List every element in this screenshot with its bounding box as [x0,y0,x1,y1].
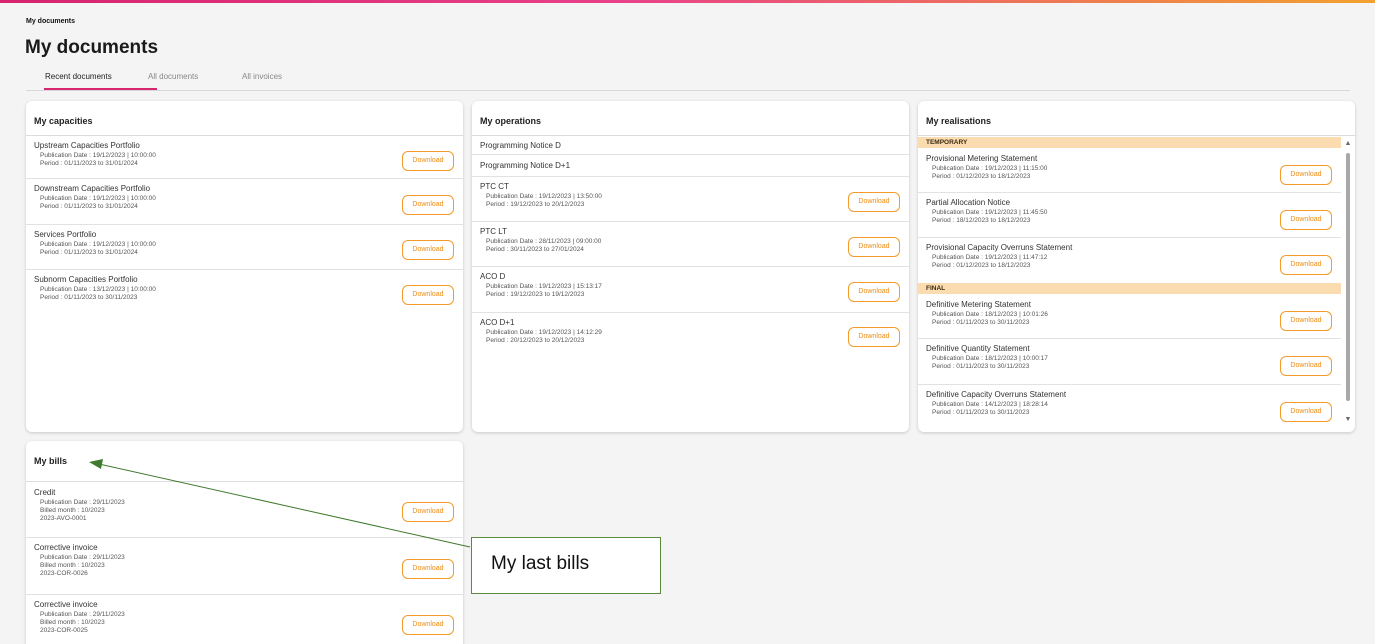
item-meta: Publication Date : 13/12/2023 | 10:00:00… [40,286,156,301]
list-item: Provisional Capacity Overruns Statement … [918,238,1341,283]
scroll-up-icon[interactable]: ▲ [1343,139,1353,149]
realisations-card: My realisations TEMPORARY Provisional Me… [918,101,1355,432]
list-item: ACO D Publication Date : 19/12/2023 | 15… [472,267,909,313]
item-meta: Publication Date : 19/12/2023 | 11:47:12… [932,254,1048,269]
tab-bar: Recent documents All documents All invoi… [26,68,1350,91]
item-name: PTC LT [480,227,507,236]
item-name: Services Portfolio [34,230,97,239]
download-button[interactable]: Download [402,285,454,305]
item-name: Partial Allocation Notice [926,198,1011,207]
bills-title: My bills [26,441,463,482]
item-meta: Publication Date : 19/12/2023 | 10:00:00… [40,195,156,210]
capacities-title: My capacities [26,101,463,136]
list-item: Subnorm Capacities Portfolio Publication… [26,270,463,316]
item-name: Corrective invoice [34,543,98,552]
download-button[interactable]: Download [402,559,454,579]
item-name[interactable]: Programming Notice D [480,141,901,150]
download-button[interactable]: Download [402,615,454,635]
download-button[interactable]: Download [848,282,900,302]
item-name[interactable]: Programming Notice D+1 [480,161,901,170]
item-name: Definitive Metering Statement [926,300,1031,309]
page-title: My documents [25,37,159,58]
item-name: Definitive Capacity Overruns Statement [926,390,1067,399]
list-item: Corrective invoice Publication Date : 29… [26,595,463,644]
breadcrumb[interactable]: My documents [26,18,75,25]
list-item: Credit Publication Date : 29/11/2023 Bill… [26,482,463,538]
bills-card: My bills Credit Publication Date : 29/11… [26,441,463,644]
item-meta: Publication Date : 19/12/2023 | 11:45:50… [932,209,1048,224]
list-item: Programming Notice D [472,136,909,155]
list-item: Definitive Metering Statement Publicatio… [918,294,1341,339]
item-meta: Publication Date : 18/12/2023 | 10:00:17… [932,355,1048,370]
list-item: Definitive Quantity Statement Publicatio… [918,339,1341,385]
download-button[interactable]: Download [848,237,900,257]
item-name: Downstream Capacities Portfolio [34,184,151,193]
callout-box: My last bills [471,537,661,594]
list-item: PTC CT Publication Date : 19/12/2023 | 1… [472,177,909,222]
realisations-list[interactable]: TEMPORARY Provisional Metering Statement… [918,137,1341,429]
item-name: ACO D+1 [480,318,515,327]
list-item: Downstream Capacities Portfolio Publicat… [26,179,463,225]
list-item: Programming Notice D+1 [472,155,909,177]
list-item: Partial Allocation Notice Publication Da… [918,193,1341,238]
download-button[interactable]: Download [402,195,454,215]
download-button[interactable]: Download [848,327,900,347]
item-meta: Publication Date : 28/11/2023 | 09:00:00… [486,238,602,253]
item-meta: Publication Date : 19/12/2023 | 14:12:29… [486,329,602,344]
list-item: Upstream Capacities Portfolio Publicatio… [26,136,463,179]
operations-title: My operations [472,101,909,136]
section-temporary: TEMPORARY [918,137,1341,148]
download-button[interactable]: Download [1280,210,1332,230]
item-meta: Publication Date : 19/12/2023 | 15:13:17… [486,283,602,298]
download-button[interactable]: Download [1280,402,1332,422]
tab-all-invoices[interactable]: All invoices [242,72,282,81]
tab-all-documents[interactable]: All documents [148,72,198,81]
download-button[interactable]: Download [1280,165,1332,185]
item-meta: Publication Date : 19/12/2023 | 11:15:00… [932,165,1048,180]
item-meta: Publication Date : 14/12/2023 | 18:28:14… [932,401,1048,416]
item-meta: Publication Date : 18/12/2023 | 10:01:26… [932,311,1048,326]
item-name: Credit [34,488,56,497]
tab-recent-documents[interactable]: Recent documents [45,72,112,81]
download-button[interactable]: Download [402,151,454,171]
item-meta: Publication Date : 29/11/2023 Billed mont… [40,611,125,634]
realisations-title: My realisations [918,101,1355,136]
download-button[interactable]: Download [1280,356,1332,376]
list-item: Provisional Metering Statement Publicati… [918,148,1341,193]
scroll-down-icon[interactable]: ▼ [1343,415,1353,425]
download-button[interactable]: Download [848,192,900,212]
download-button[interactable]: Download [402,240,454,260]
item-meta: Publication Date : 29/11/2023 Billed mont… [40,499,125,522]
operations-card: My operations Programming Notice D Progr… [472,101,909,432]
list-item: Corrective invoice Publication Date : 29… [26,538,463,595]
list-item: PTC LT Publication Date : 28/11/2023 | 0… [472,222,909,267]
item-name: Corrective invoice [34,600,98,609]
item-name: Definitive Quantity Statement [926,344,1030,353]
top-accent-bar [0,0,1375,3]
item-name: Subnorm Capacities Portfolio [34,275,138,284]
item-name: Provisional Capacity Overruns Statement [926,243,1073,252]
scrollbar-thumb[interactable] [1346,153,1350,401]
item-name: Provisional Metering Statement [926,154,1038,163]
capacities-card: My capacities Upstream Capacities Portfo… [26,101,463,432]
item-meta: Publication Date : 29/11/2023 Billed mont… [40,554,125,577]
list-item: Definitive Capacity Overruns Statement P… [918,385,1341,429]
active-tab-indicator [44,88,157,90]
item-name: ACO D [480,272,506,281]
item-meta: Publication Date : 19/12/2023 | 10:00:00… [40,241,156,256]
realisations-scrollbar[interactable]: ▲ ▼ [1343,137,1353,427]
download-button[interactable]: Download [1280,255,1332,275]
item-name: PTC CT [480,182,509,191]
item-meta: Publication Date : 19/12/2023 | 13:50:00… [486,193,602,208]
list-item: ACO D+1 Publication Date : 19/12/2023 | … [472,313,909,359]
list-item: Services Portfolio Publication Date : 19… [26,225,463,270]
item-name: Upstream Capacities Portfolio [34,141,140,150]
item-meta: Publication Date : 19/12/2023 | 10:00:00… [40,152,156,167]
download-button[interactable]: Download [402,502,454,522]
section-final: FINAL [918,283,1341,294]
download-button[interactable]: Download [1280,311,1332,331]
